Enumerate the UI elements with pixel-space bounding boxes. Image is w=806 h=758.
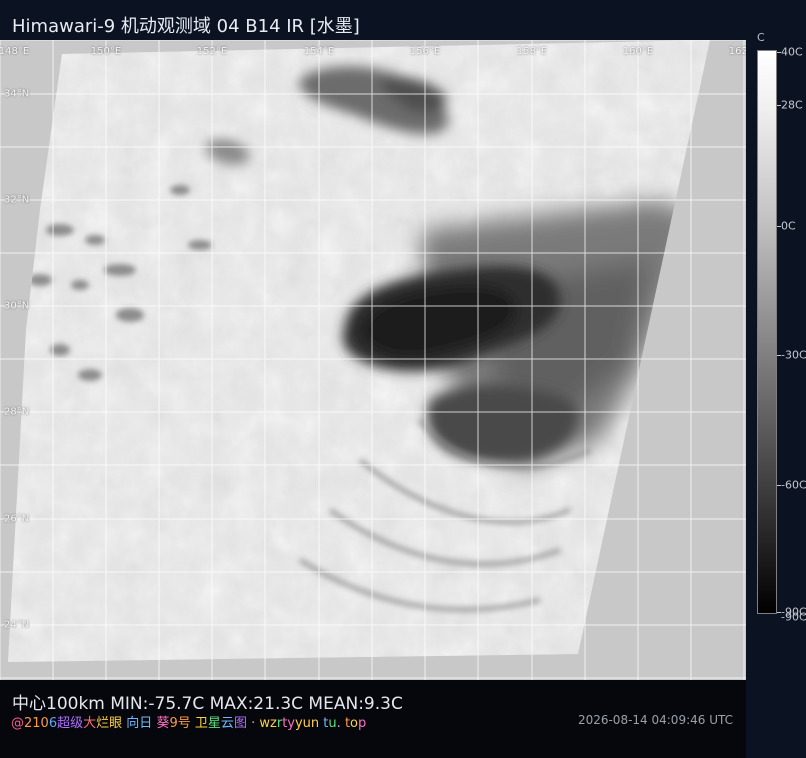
stats-bar: 中心100km MIN:-75.7C MAX:21.3C MEAN:9.3C @… [0,680,746,758]
credit-segment: @ [11,716,24,731]
credit-segment: 大 [83,716,97,731]
lat-label-32n: 32°N [4,194,30,206]
credit-segment: u [328,716,337,731]
lat-label-26n: 26°N [4,513,30,525]
colorbar-label-28c: 28C [781,98,803,112]
colorbar-label-40c: 40C [781,45,803,59]
credit-segment: 6 [48,716,58,731]
lon-label-150e: 150°E [90,46,122,57]
colorbar-label-minus90c-2: -90C [781,610,806,624]
lon-label-156e: 156°E [409,46,441,57]
credit-segment: · [246,716,260,731]
satellite-imagery [0,40,746,680]
colorbar-label-minus30c: -30C [781,348,806,362]
lon-label-162e: 162°E [728,46,746,57]
lon-label-154e: 154°E [303,46,335,57]
credit-segment: wz [259,716,277,731]
credit-segment: ty [282,716,295,731]
lon-label-158e: 158°E [516,46,548,57]
image-title: Himawari-9 机动观测域 04 B14 IR [水墨] [12,16,360,37]
colorbar-label-minus60c: -60C [781,478,806,492]
colorbar-unit: C [757,31,765,44]
lat-label-30n: 30°N [4,300,30,312]
credit-segment: 向日 [126,716,153,731]
credit-segment: o [350,716,359,731]
lon-label-152e: 152°E [196,46,228,57]
credit-segment: 图 [233,716,247,731]
credit-watermark: @2106超级大烂眼 向日 葵9号 卫星云图 · wzrtyyun tu. to… [11,712,366,731]
credit-segment: 卫 [194,716,208,731]
credit-segment: 超级 [57,716,84,731]
lon-label-160e: 160°E [622,46,654,57]
lat-label-24n: 24°N [4,619,30,631]
colorbar [757,50,777,614]
credit-segment: yun [294,716,320,731]
colorbar-label-0c: 0C [781,219,796,233]
stats-text: 中心100km MIN:-75.7C MAX:21.3C MEAN:9.3C [12,694,403,714]
credit-segment: 烂眼 [96,716,123,731]
lon-label-148e: 148°E [0,46,30,57]
lat-label-28n: 28°N [4,406,30,418]
credit-segment: p [358,716,367,731]
satellite-image: 148°E 150°E 152°E 154°E 156°E 158°E 160°… [0,40,746,680]
timestamp: 2026-08-14 04:09:46 UTC [577,713,733,727]
credit-segment: 葵 [156,716,170,731]
credit-segment: 9号 [169,716,191,731]
lat-label-34n: 34°N [4,88,30,100]
credit-segment: 云 [220,716,234,731]
credit-segment: 210 [24,716,49,731]
credit-segment: 星 [207,716,221,731]
